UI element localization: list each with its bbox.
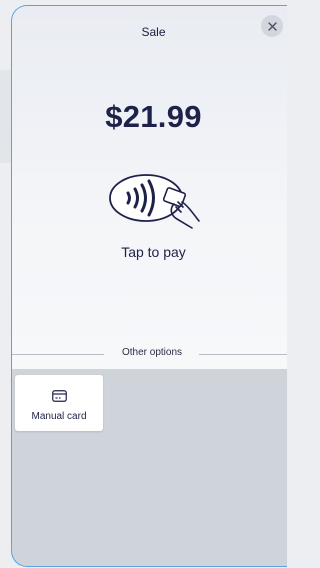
contactless-tap-icon <box>109 174 200 229</box>
tap-to-pay-label: Tap to pay <box>121 244 186 260</box>
manual-card-label: Manual card <box>31 411 87 422</box>
sale-amount: $21.99 <box>105 99 202 134</box>
divider-line <box>199 354 287 355</box>
payment-sheet: Sale $21.99 Tap to pay Other options Man… <box>11 5 287 567</box>
divider-line <box>12 354 104 355</box>
close-icon <box>267 21 277 31</box>
manual-card-button[interactable]: Manual card <box>15 375 103 431</box>
credit-card-icon <box>52 390 67 402</box>
payment-panel: Sale $21.99 Tap to pay Other options <box>12 6 287 369</box>
close-button[interactable] <box>261 15 283 37</box>
other-options-label: Other options <box>121 347 183 358</box>
other-options-divider: Other options <box>12 347 287 361</box>
sheet-title: Sale <box>141 25 166 39</box>
